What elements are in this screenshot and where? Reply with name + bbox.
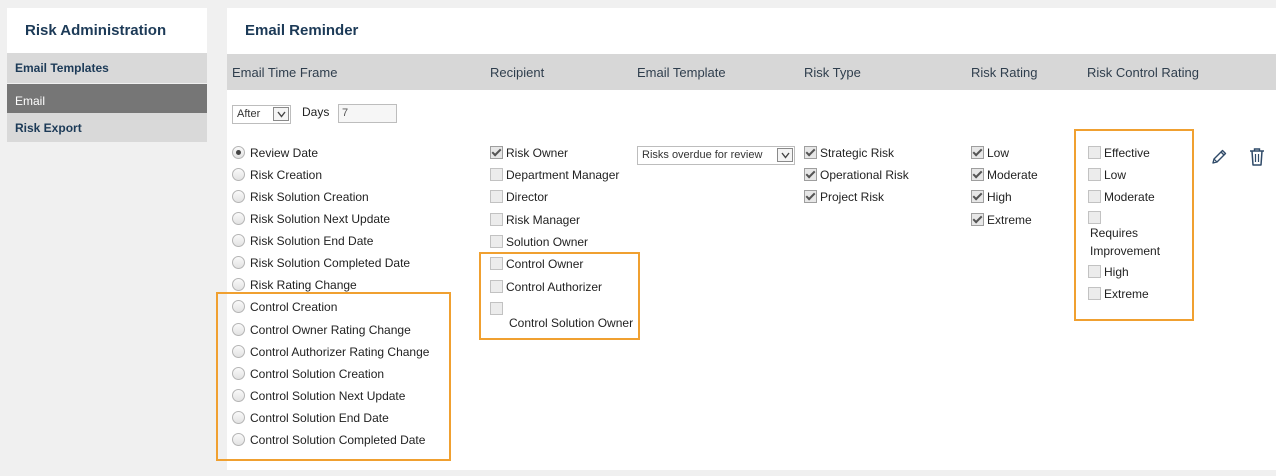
header-email-time-frame: Email Time Frame xyxy=(232,65,338,80)
highlight-control-time-frames xyxy=(216,292,451,461)
sidebar: Risk Administration Email Templates Emai… xyxy=(7,8,207,142)
time-frame-risk-solution-end-date-label: Risk Solution End Date xyxy=(250,234,374,248)
time-frame-risk-solution-creation-label: Risk Solution Creation xyxy=(250,190,369,204)
highlight-control-ratings xyxy=(1074,129,1194,321)
email-reminder-panel: Email Reminder Email Time Frame Recipien… xyxy=(216,8,1276,470)
recipient-risk-owner-checkbox[interactable] xyxy=(490,146,503,159)
days-input[interactable]: 7 xyxy=(338,104,397,123)
risk-rating-low-label: Low xyxy=(987,146,1010,160)
column-header-bar: Email Time Frame Recipient Email Templat… xyxy=(227,54,1276,90)
sidebar-title: Risk Administration xyxy=(7,8,207,53)
risk-type-operational-risk-label: Operational Risk xyxy=(820,168,909,182)
risk-rating-high-checkbox[interactable] xyxy=(971,190,984,203)
header-risk-rating: Risk Rating xyxy=(971,65,1038,80)
risk-type-strategic-risk-checkbox[interactable] xyxy=(804,146,817,159)
time-frame-risk-solution-creation-radio[interactable] xyxy=(232,190,245,203)
page-title: Email Reminder xyxy=(245,22,359,39)
recipient-risk-manager-checkbox[interactable] xyxy=(490,213,503,226)
time-frame-risk-rating-change-label: Risk Rating Change xyxy=(250,278,357,292)
header-risk-type: Risk Type xyxy=(804,65,861,80)
recipient-risk-manager-label: Risk Manager xyxy=(506,213,581,227)
recipient-department-manager-label: Department Manager xyxy=(506,168,620,182)
timing-select-value: After xyxy=(237,108,261,120)
risk-type-strategic-risk-label: Strategic Risk xyxy=(820,146,895,160)
email-template-select[interactable]: Risks overdue for review xyxy=(637,146,795,165)
days-label: Days xyxy=(302,105,330,119)
risk-type-operational-risk-checkbox[interactable] xyxy=(804,168,817,181)
chevron-down-icon xyxy=(273,107,289,121)
sidebar-item-risk-export[interactable]: Risk Export xyxy=(7,113,207,142)
time-frame-risk-solution-completed-date-radio[interactable] xyxy=(232,256,245,269)
recipient-solution-owner-checkbox[interactable] xyxy=(490,235,503,248)
email-template-select-value: Risks overdue for review xyxy=(642,149,763,161)
risk-rating-low-checkbox[interactable] xyxy=(971,146,984,159)
recipient-director-label: Director xyxy=(506,190,549,204)
highlight-control-recipients xyxy=(479,252,640,340)
risk-rating-moderate-label: Moderate xyxy=(987,168,1038,182)
recipient-director-checkbox[interactable] xyxy=(490,190,503,203)
risk-rating-high-label: High xyxy=(987,190,1012,204)
header-email-template: Email Template xyxy=(637,65,726,80)
risk-type-project-risk-checkbox[interactable] xyxy=(804,190,817,203)
sidebar-item-email[interactable]: Email xyxy=(7,84,207,113)
time-frame-review-date-radio[interactable] xyxy=(232,146,245,159)
time-frame-risk-solution-end-date-radio[interactable] xyxy=(232,234,245,247)
time-frame-risk-solution-completed-date-label: Risk Solution Completed Date xyxy=(250,256,411,270)
trash-icon[interactable] xyxy=(1248,147,1266,170)
time-frame-risk-rating-change-radio[interactable] xyxy=(232,278,245,291)
timing-select[interactable]: After xyxy=(232,105,291,124)
time-frame-risk-creation-radio[interactable] xyxy=(232,168,245,181)
recipient-risk-owner-label: Risk Owner xyxy=(506,146,569,160)
recipient-solution-owner-label: Solution Owner xyxy=(506,235,589,249)
risk-rating-extreme-label: Extreme xyxy=(987,213,1032,227)
recipient-department-manager-checkbox[interactable] xyxy=(490,168,503,181)
header-risk-control-rating: Risk Control Rating xyxy=(1087,65,1199,80)
risk-rating-extreme-checkbox[interactable] xyxy=(971,213,984,226)
pencil-icon[interactable] xyxy=(1210,148,1228,169)
header-recipient: Recipient xyxy=(490,65,545,80)
sidebar-item-email-templates[interactable]: Email Templates xyxy=(7,53,207,83)
time-frame-review-date-label: Review Date xyxy=(250,146,319,160)
risk-type-project-risk-label: Project Risk xyxy=(820,190,885,204)
risk-rating-moderate-checkbox[interactable] xyxy=(971,168,984,181)
time-frame-risk-solution-next-update-radio[interactable] xyxy=(232,212,245,225)
time-frame-risk-creation-label: Risk Creation xyxy=(250,168,323,182)
time-frame-risk-solution-next-update-label: Risk Solution Next Update xyxy=(250,212,391,226)
chevron-down-icon xyxy=(777,148,793,162)
